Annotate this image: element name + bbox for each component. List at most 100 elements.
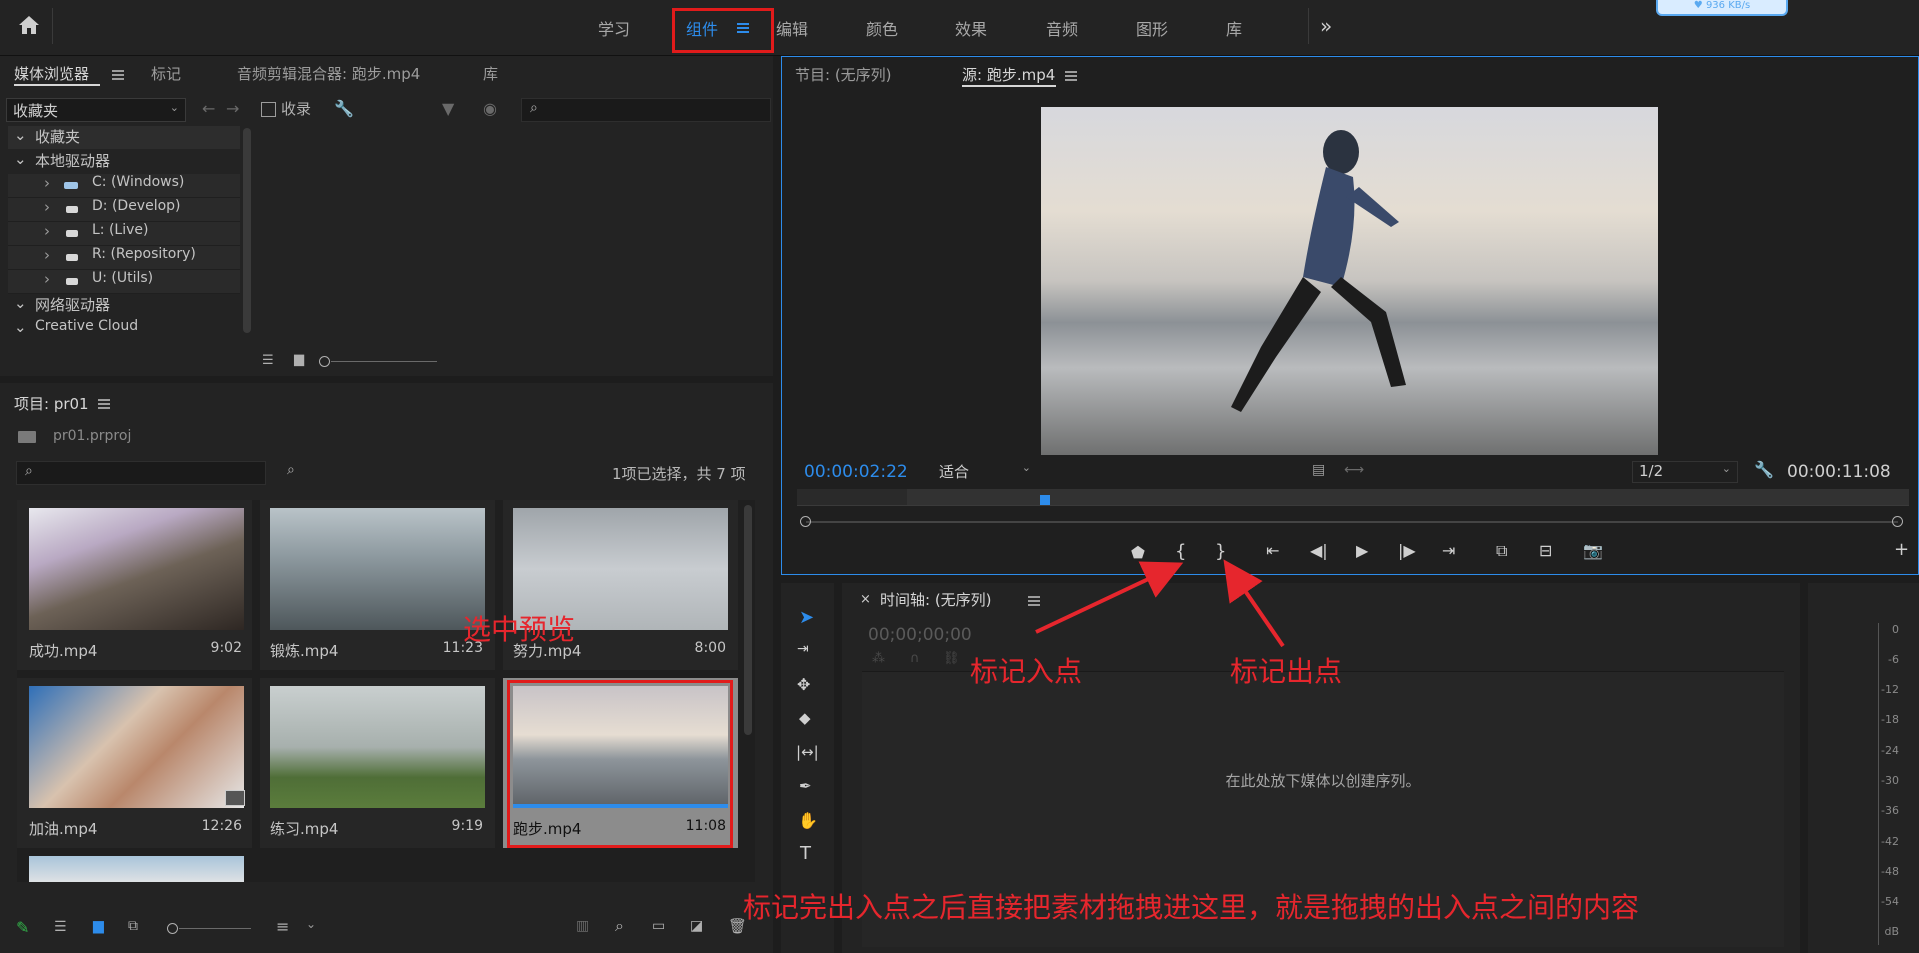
tree-item-drive-u[interactable]: › U: (Utils): [8, 270, 240, 294]
clip-card[interactable]: 锻炼.mp4 11:23: [260, 500, 495, 670]
find-icon[interactable]: ⌕: [615, 916, 624, 936]
go-to-out-button[interactable]: ⇥: [1442, 541, 1455, 560]
drag-video-icon[interactable]: ▤: [1312, 462, 1325, 478]
location-select[interactable]: 收藏夹 ⌄: [6, 98, 186, 122]
play-button[interactable]: ▶: [1356, 541, 1368, 560]
icon-view-icon[interactable]: ▆: [294, 352, 304, 367]
tree-item-drive-c[interactable]: › C: (Windows): [8, 174, 240, 198]
tree-item-drive-d[interactable]: › D: (Develop): [8, 198, 240, 222]
resolution-select[interactable]: 1/2 ⌄: [1632, 461, 1738, 483]
tree-item-local-drives[interactable]: ⌄ 本地驱动器: [8, 150, 240, 173]
automate-sequence-icon[interactable]: ▥: [576, 918, 589, 934]
overwrite-button[interactable]: ⊟: [1539, 541, 1552, 560]
razor-tool-icon[interactable]: ◆: [799, 709, 811, 727]
zoom-slider-track[interactable]: [331, 361, 437, 362]
drag-audio-icon[interactable]: ⟷: [1344, 462, 1364, 478]
panel-menu-icon[interactable]: [98, 399, 110, 409]
tree-item-network-drives[interactable]: ⌄ 网络驱动器: [8, 294, 240, 317]
sort-icon[interactable]: ≡: [276, 917, 289, 936]
zoom-slider-handle[interactable]: [319, 356, 330, 367]
chevron-right-icon: ›: [44, 198, 50, 216]
forward-arrow-icon[interactable]: →: [226, 99, 239, 118]
zoom-handle-right[interactable]: [1892, 516, 1903, 527]
go-to-in-button[interactable]: ⇤: [1266, 541, 1279, 560]
ws-tab-graphics[interactable]: 图形: [1136, 16, 1168, 40]
tree-item-favorites[interactable]: ⌄ 收藏夹: [8, 126, 240, 149]
tab-libraries[interactable]: 库: [483, 63, 498, 84]
current-timecode[interactable]: 00:00:02:22: [804, 462, 908, 482]
new-bin-icon[interactable]: ▭: [652, 918, 665, 934]
zoom-scroll-bar[interactable]: [806, 521, 1898, 523]
clip-card[interactable]: 加油.mp4 12:26: [17, 678, 252, 848]
ws-tab-effects[interactable]: 效果: [955, 16, 987, 40]
find-bin-icon[interactable]: ⌕: [287, 462, 295, 478]
project-tab[interactable]: 项目: pr01: [14, 393, 89, 414]
tab-program-monitor[interactable]: 节目: (无序列): [795, 64, 892, 85]
zoom-handle-left[interactable]: [800, 516, 811, 527]
new-item-icon[interactable]: ◪: [690, 918, 703, 934]
tab-media-browser[interactable]: 媒体浏览器: [14, 63, 89, 84]
view-eye-icon[interactable]: ◉: [483, 99, 497, 118]
ws-tab-libraries[interactable]: 库: [1226, 16, 1242, 40]
wrench-icon[interactable]: 🔧: [1754, 460, 1774, 479]
zoom-slider-handle[interactable]: [167, 923, 178, 934]
wrench-icon[interactable]: 🔧: [334, 99, 354, 118]
list-view-icon[interactable]: ☰: [54, 919, 67, 935]
hand-tool-icon[interactable]: ✋: [798, 811, 818, 830]
ws-tab-learn[interactable]: 学习: [598, 16, 630, 40]
freeform-view-icon[interactable]: ⧉: [128, 918, 138, 934]
mark-in-button[interactable]: {: [1175, 541, 1186, 562]
add-marker-button[interactable]: ⬟: [1131, 543, 1145, 562]
step-forward-button[interactable]: |▶: [1398, 541, 1416, 560]
tree-item-creative-cloud[interactable]: ⌄ Creative Cloud: [8, 318, 240, 341]
project-search-input[interactable]: ⌕: [16, 461, 266, 485]
nest-icon[interactable]: ⁂: [872, 651, 885, 666]
clip-thumbnail-partial[interactable]: [29, 856, 244, 882]
tab-source-monitor[interactable]: 源: 跑步.mp4: [962, 64, 1055, 85]
snap-magnet-icon[interactable]: ∩: [910, 651, 920, 666]
step-back-button[interactable]: ◀|: [1310, 541, 1328, 560]
ws-tab-edit[interactable]: 编辑: [776, 16, 808, 40]
slip-tool-icon[interactable]: |↔|: [796, 743, 819, 761]
home-button[interactable]: [18, 14, 40, 36]
close-icon[interactable]: ×: [860, 592, 871, 607]
export-frame-camera-icon[interactable]: 📷: [1583, 541, 1603, 560]
ws-tab-audio[interactable]: 音频: [1046, 16, 1078, 40]
button-editor-plus-icon[interactable]: +: [1894, 539, 1909, 560]
ingest-checkbox[interactable]: [261, 102, 276, 117]
fit-select[interactable]: 适合 ⌄: [933, 461, 1037, 481]
insert-button[interactable]: ⧉: [1496, 541, 1507, 561]
ripple-edit-tool-icon[interactable]: ✥: [797, 675, 810, 694]
selection-tool-icon[interactable]: ➤: [799, 607, 814, 628]
back-arrow-icon[interactable]: ←: [202, 99, 215, 118]
zoom-slider-track[interactable]: [179, 928, 251, 929]
list-view-icon[interactable]: ☰: [262, 353, 274, 368]
linked-selection-icon[interactable]: ⛓: [943, 651, 960, 666]
panel-menu-icon[interactable]: [112, 70, 124, 80]
mark-out-button[interactable]: }: [1215, 541, 1226, 562]
ws-tab-color[interactable]: 颜色: [866, 16, 898, 40]
timeline-timecode[interactable]: 00;00;00;00: [868, 625, 972, 645]
panel-menu-icon[interactable]: [1028, 596, 1040, 606]
icon-view-icon[interactable]: ▆: [93, 918, 104, 934]
grid-scrollbar[interactable]: [744, 505, 752, 735]
double-chevron-right-icon[interactable]: »: [1320, 14, 1332, 38]
filter-icon[interactable]: ▼: [442, 99, 454, 118]
clip-card[interactable]: 练习.mp4 9:19: [260, 678, 495, 848]
tree-item-drive-r[interactable]: › R: (Repository): [8, 246, 240, 270]
tree-scrollbar[interactable]: [243, 128, 251, 333]
clip-card[interactable]: 成功.mp4 9:02: [17, 500, 252, 670]
tab-markers[interactable]: 标记: [151, 63, 181, 84]
track-select-tool-icon[interactable]: ⇥: [797, 641, 809, 657]
tree-item-drive-l[interactable]: › L: (Live): [8, 222, 240, 246]
playhead-marker[interactable]: [1040, 495, 1050, 505]
chevron-down-icon[interactable]: ⌄: [306, 917, 316, 931]
type-tool-icon[interactable]: T: [800, 843, 811, 864]
pencil-icon[interactable]: ✎: [16, 918, 29, 937]
panel-menu-icon[interactable]: [1065, 71, 1077, 81]
pen-tool-icon[interactable]: ✒: [799, 777, 812, 795]
timeline-tab[interactable]: 时间轴: (无序列): [880, 589, 992, 610]
source-video-frame[interactable]: [1041, 107, 1658, 455]
tab-audio-clip-mixer[interactable]: 音频剪辑混合器: 跑步.mp4: [237, 63, 420, 84]
media-search-input[interactable]: ⌕: [521, 98, 771, 122]
